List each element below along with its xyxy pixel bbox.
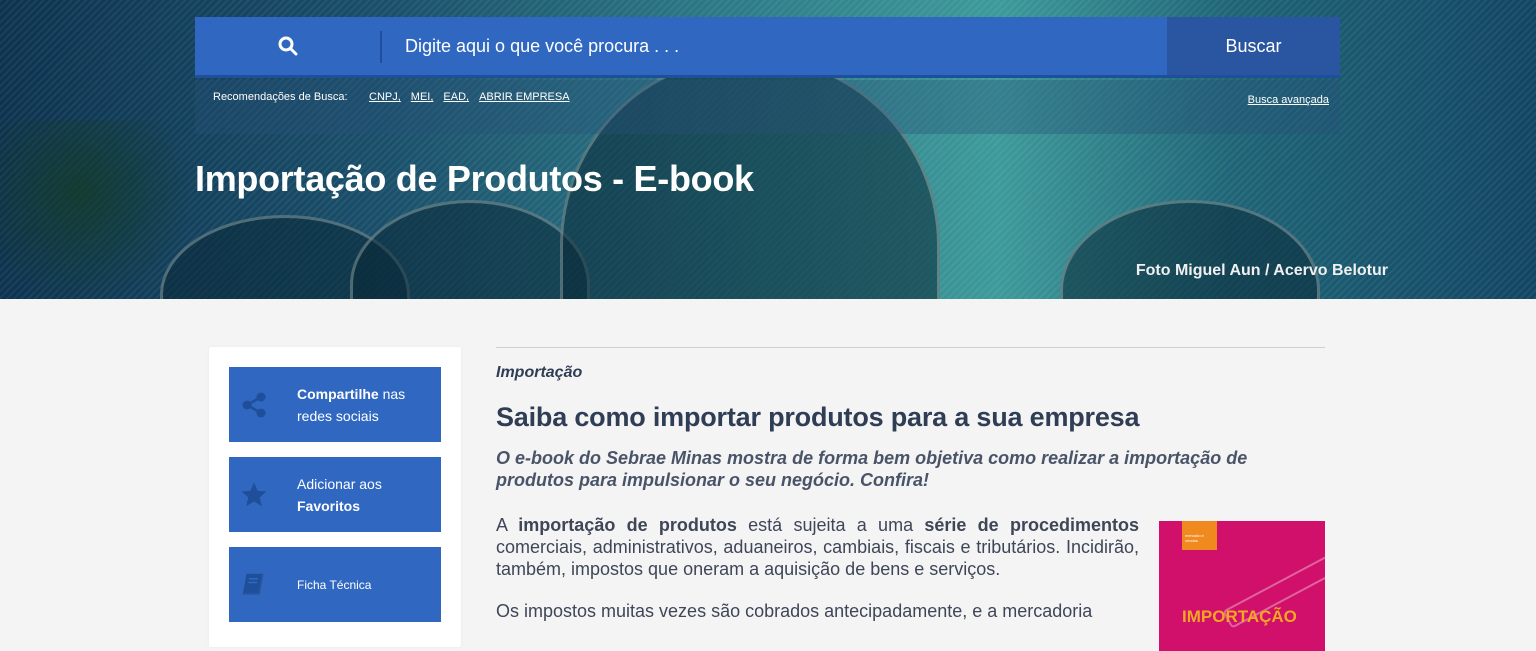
hero-arch [1060,200,1320,299]
sidebar: Compartilhe nas redes sociais Adicionar a… [209,347,461,647]
favorites-label: Adicionar aos Favoritos [297,475,382,514]
share-button[interactable]: Compartilhe nas redes sociais [229,367,441,442]
photo-credit: Foto Miguel Aun / Acervo Belotur [1135,262,1388,279]
recommendation-link-mei[interactable]: MEI, [411,91,434,103]
hero-arch [350,200,590,299]
ebook-cover-tag: mercado e vendas [1182,521,1217,550]
article-paragraph-1: A importação de produtos está sujeita a … [496,515,1139,579]
ebook-cover-image[interactable]: mercado e vendas IMPORTAÇÃO [1159,521,1325,651]
share-icon [239,390,269,420]
article-headline: Saiba como importar produtos para a sua … [496,402,1140,432]
recommendation-link-ead[interactable]: EAD, [443,91,469,103]
advanced-search-link[interactable]: Busca avançada [1248,94,1329,106]
recommendations-label: Recomendações de Busca: [213,91,348,103]
recommendation-link-cnpj[interactable]: CNPJ, [369,91,401,103]
share-label: Compartilhe nas redes sociais [297,385,406,424]
search-divider [380,31,382,63]
divider [496,347,1325,348]
recommendation-link-abrir-empresa[interactable]: ABRIR EMPRESA [479,91,569,103]
recommendation-links: CNPJ, MEI, EAD, ABRIR EMPRESA [369,91,570,103]
search-recommendations: Recomendações de Busca: CNPJ, MEI, EAD, … [195,80,1340,134]
ebook-cover-title: IMPORTAÇÃO [1182,607,1297,626]
datasheet-label: Ficha Técnica [297,577,372,592]
page-title: Importação de Produtos - E-book [195,158,754,199]
hero-banner: Buscar Recomendações de Busca: CNPJ, MEI… [0,0,1536,299]
article-paragraph-2: Os impostos muitas vezes são cobrados an… [496,601,1093,621]
datasheet-button[interactable]: Ficha Técnica [229,547,441,622]
star-icon [239,480,269,510]
search-icon[interactable] [195,17,380,75]
article-category: Importação [496,364,583,381]
article: Importação Saiba como importar produtos … [496,347,1325,651]
search-bar: Buscar [195,17,1355,78]
add-favorites-button[interactable]: Adicionar aos Favoritos [229,457,441,532]
book-icon [239,570,269,600]
search-button[interactable]: Buscar [1167,17,1340,75]
article-lead: O e-book do Sebrae Minas mostra de forma… [496,448,1248,490]
